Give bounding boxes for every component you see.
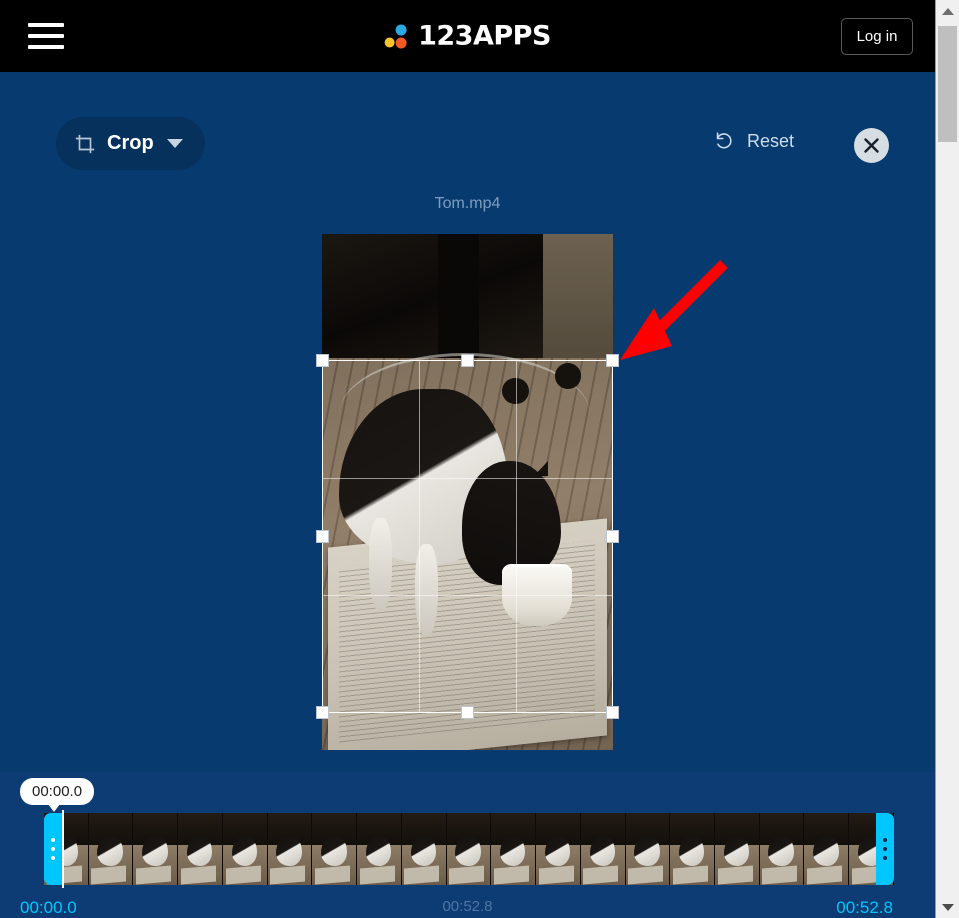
hamburger-menu-icon[interactable] [28, 23, 64, 49]
timeline-thumbnail[interactable] [133, 813, 179, 885]
timeline-thumbnail[interactable] [715, 813, 760, 885]
crop-handle-middle-left[interactable] [316, 529, 329, 543]
timeline-thumbnail[interactable] [88, 813, 134, 885]
logo-dot-blue-icon [395, 24, 407, 35]
grip-dot [51, 856, 55, 860]
timeline-playhead[interactable] [62, 810, 64, 888]
timeline-thumbnail[interactable] [804, 813, 850, 885]
playhead-time-tooltip: 00:00.0 [20, 778, 95, 812]
undo-arrow-icon [716, 132, 732, 149]
crop-handle-top-right[interactable] [606, 354, 619, 367]
crop-grid-line [515, 361, 517, 712]
crop-handle-bottom-center[interactable] [460, 706, 474, 719]
hamburger-bar [28, 34, 64, 38]
timeline-time-labels: 00:00.0 00:52.8 00:52.8 [0, 898, 935, 918]
grip-dot [883, 847, 887, 851]
grip-dot [883, 856, 887, 860]
scroll-down-button[interactable] [936, 896, 959, 918]
scroll-up-button[interactable] [936, 0, 959, 22]
crop-handle-bottom-right[interactable] [606, 706, 619, 719]
timeline-thumbnail[interactable] [222, 813, 268, 885]
time-end-label: 00:52.8 [836, 898, 893, 917]
chevron-down-icon[interactable] [166, 139, 183, 148]
logo-dots-icon [384, 23, 408, 49]
login-button[interactable]: Log in [841, 18, 913, 55]
crop-handle-middle-right[interactable] [606, 529, 619, 543]
video-stage[interactable] [316, 234, 619, 750]
trim-handle-end[interactable] [876, 813, 894, 885]
timeline-thumbnail[interactable] [536, 813, 581, 885]
timeline: 00:00.0 00:00.0 00:52.8 00:52.8 [0, 772, 935, 918]
grip-dot [51, 838, 55, 842]
logo-dot-yellow-icon [384, 37, 395, 47]
timeline-thumbnail[interactable] [491, 813, 537, 885]
editor-toolbar: Crop Reset [0, 72, 935, 172]
crop-icon [75, 134, 95, 153]
logo-dot-orange-icon [395, 37, 407, 48]
timeline-thumbnail-strip[interactable] [44, 813, 894, 885]
crop-grid-line [323, 594, 612, 596]
scrollbar-thumb[interactable] [938, 26, 957, 142]
timeline-thumbnail[interactable] [401, 813, 447, 885]
timeline-thumbnail[interactable] [178, 813, 223, 885]
crop-tool-label: Crop [107, 132, 154, 154]
site-header: 123APPS Log in [0, 0, 935, 72]
time-middle-label: 00:52.8 [442, 898, 493, 915]
crop-handle-top-center[interactable] [460, 354, 474, 367]
crop-tool-button[interactable]: Crop [56, 117, 205, 170]
timeline-thumbnail[interactable] [267, 813, 313, 885]
triangle-up-icon [941, 7, 954, 15]
hamburger-bar [28, 23, 64, 27]
grip-dot [51, 847, 55, 851]
brand-name: 123APPS [418, 20, 551, 52]
crop-grid-line [419, 361, 421, 712]
reset-label: Reset [746, 130, 794, 151]
brand-logo[interactable]: 123APPS [384, 21, 551, 52]
trim-handle-start[interactable] [44, 813, 62, 885]
crop-selection-box[interactable] [316, 354, 619, 719]
annotation-arrow-icon [620, 260, 728, 360]
grip-dot [883, 838, 887, 842]
hamburger-bar [28, 45, 64, 49]
timeline-thumbnail[interactable] [446, 813, 492, 885]
triangle-down-icon [941, 903, 954, 911]
timeline-thumbnail[interactable] [625, 813, 671, 885]
close-x-icon [864, 138, 879, 153]
close-button[interactable] [854, 128, 889, 163]
page-viewport: 123APPS Log in Crop Reset Tom.mp4 00:00.… [0, 0, 935, 918]
timeline-thumbnail[interactable] [580, 813, 626, 885]
reset-button[interactable]: Reset [713, 130, 794, 152]
file-name-label: Tom.mp4 [434, 195, 501, 212]
crop-handle-top-left[interactable] [316, 354, 329, 367]
timeline-thumbnail[interactable] [312, 813, 358, 885]
crop-grid-line [323, 477, 612, 479]
timeline-thumbnail[interactable] [759, 813, 805, 885]
crop-handle-bottom-left[interactable] [316, 706, 329, 719]
timeline-thumbnail[interactable] [670, 813, 716, 885]
page-scrollbar[interactable] [935, 0, 959, 918]
app-root: 123APPS Log in Crop Reset Tom.mp4 00:00.… [0, 0, 959, 918]
timeline-thumbnail[interactable] [357, 813, 402, 885]
